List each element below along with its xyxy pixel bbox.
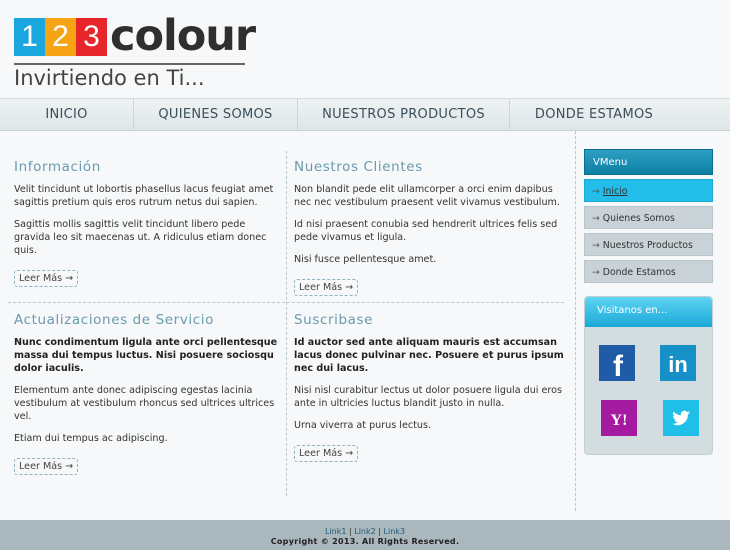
read-more-button[interactable]: Leer Más →: [14, 270, 79, 287]
footer-link-separator: |: [378, 527, 381, 536]
linkedin-icon[interactable]: in: [660, 345, 696, 381]
vmenu-item-inicio[interactable]: → Inicio: [584, 179, 713, 202]
arrow-right-icon: →: [592, 186, 600, 197]
section-paragraph: Id nisi praesent conubia sed hendrerit u…: [294, 219, 558, 243]
footer-link-2[interactable]: Link2: [354, 527, 375, 536]
vmenu-item-label: Inicio: [602, 186, 628, 197]
main-content: Información Velit tincidunt ut lobortis …: [0, 131, 575, 520]
section-paragraph: Urna viverra at purus lectus.: [294, 420, 432, 431]
section-paragraph: Nisi fusce pellentesque amet.: [294, 254, 437, 265]
read-more-button[interactable]: Leer Más →: [294, 279, 359, 296]
site-tagline: Invirtiendo en Ti...: [14, 66, 205, 90]
footer-link-3[interactable]: Link3: [384, 527, 405, 536]
section-lead: Nunc condimentum ligula ante orci pellen…: [14, 337, 278, 374]
twitter-icon[interactable]: [663, 400, 699, 436]
section-paragraph: Sagittis mollis sagittis velit tincidunt…: [14, 219, 267, 256]
yahoo-glyph: Y!: [611, 412, 628, 429]
section-title: Nuestros Clientes: [294, 159, 423, 175]
main-nav: INICIO QUIENES SOMOS NUESTROS PRODUCTOS …: [0, 98, 730, 131]
vmenu-item-label: Quienes Somos: [602, 213, 675, 224]
vmenu-item-nuestros-productos[interactable]: → Nuestros Productos: [584, 233, 713, 256]
logo-digit-1: 1: [14, 18, 45, 56]
section-actualizaciones: Actualizaciones de Servicio Nunc condime…: [14, 312, 284, 475]
section-paragraph: Etiam dui tempus ac adipiscing.: [14, 433, 168, 444]
section-paragraph: Velit tincidunt ut lobortis phasellus la…: [14, 184, 274, 208]
footer-links: Link1 | Link2 | Link3: [0, 520, 730, 537]
section-title: Suscribase: [294, 312, 374, 328]
row-divider: [8, 302, 564, 303]
section-suscribase: Suscribase Id auctor sed ante aliquam ma…: [294, 312, 564, 462]
section-paragraph: Nisi nisl curabitur lectus ut dolor posu…: [294, 385, 563, 409]
vmenu: VMenu → Inicio → Quienes Somos → Nuestros P…: [584, 149, 713, 283]
footer-link-1[interactable]: Link1: [325, 527, 346, 536]
logo-wordmark: colour: [110, 11, 256, 61]
nav-item-nuestros-productos[interactable]: NUESTROS PRODUCTOS: [298, 99, 509, 131]
column-divider: [286, 151, 287, 496]
linkedin-glyph: in: [668, 352, 688, 377]
logo-digit-3: 3: [76, 18, 107, 56]
social-panel-title: Visitanos en...: [585, 297, 712, 327]
read-more-button[interactable]: Leer Más →: [14, 458, 79, 475]
footer-link-separator: |: [349, 527, 352, 536]
arrow-right-icon: →: [592, 213, 600, 224]
copyright-text: Copyright © 2013. All Rights Reserved.: [270, 537, 460, 546]
social-panel: Visitanos en... f in Y!: [584, 296, 713, 455]
arrow-right-icon: →: [592, 240, 600, 251]
vmenu-item-label: Nuestros Productos: [602, 240, 693, 251]
nav-item-inicio[interactable]: INICIO: [0, 99, 133, 131]
section-paragraph: Non blandit pede elit ullamcorper a orci…: [294, 184, 560, 208]
facebook-glyph: f: [613, 350, 624, 381]
logo-digit-2: 2: [45, 18, 76, 56]
site-footer: Link1 | Link2 | Link3 Copyright © 2013. …: [0, 520, 730, 550]
vmenu-title: VMenu: [584, 149, 713, 175]
section-title: Actualizaciones de Servicio: [14, 312, 214, 328]
vmenu-item-donde-estamos[interactable]: → Donde Estamos: [584, 260, 713, 283]
section-paragraph: Elementum ante donec adipiscing egestas …: [14, 385, 275, 422]
section-informacion: Información Velit tincidunt ut lobortis …: [14, 159, 284, 287]
vmenu-item-quienes-somos[interactable]: → Quienes Somos: [584, 206, 713, 229]
nav-item-quienes-somos[interactable]: QUIENES SOMOS: [134, 99, 297, 131]
section-nuestros-clientes: Nuestros Clientes Non blandit pede elit …: [294, 159, 564, 296]
vmenu-item-label: Donde Estamos: [602, 267, 676, 278]
nav-item-donde-estamos[interactable]: DONDE ESTAMOS: [510, 99, 678, 131]
arrow-right-icon: →: [592, 267, 600, 278]
sidebar-divider: [575, 131, 576, 511]
site-header: 1 2 3 colour Invirtiendo en Ti...: [0, 0, 730, 98]
read-more-button[interactable]: Leer Más →: [294, 445, 359, 462]
section-lead: Id auctor sed ante aliquam mauris est ac…: [294, 337, 564, 374]
yahoo-icon[interactable]: Y!: [601, 400, 637, 436]
section-title: Información: [14, 159, 101, 175]
facebook-icon[interactable]: f: [599, 345, 635, 381]
